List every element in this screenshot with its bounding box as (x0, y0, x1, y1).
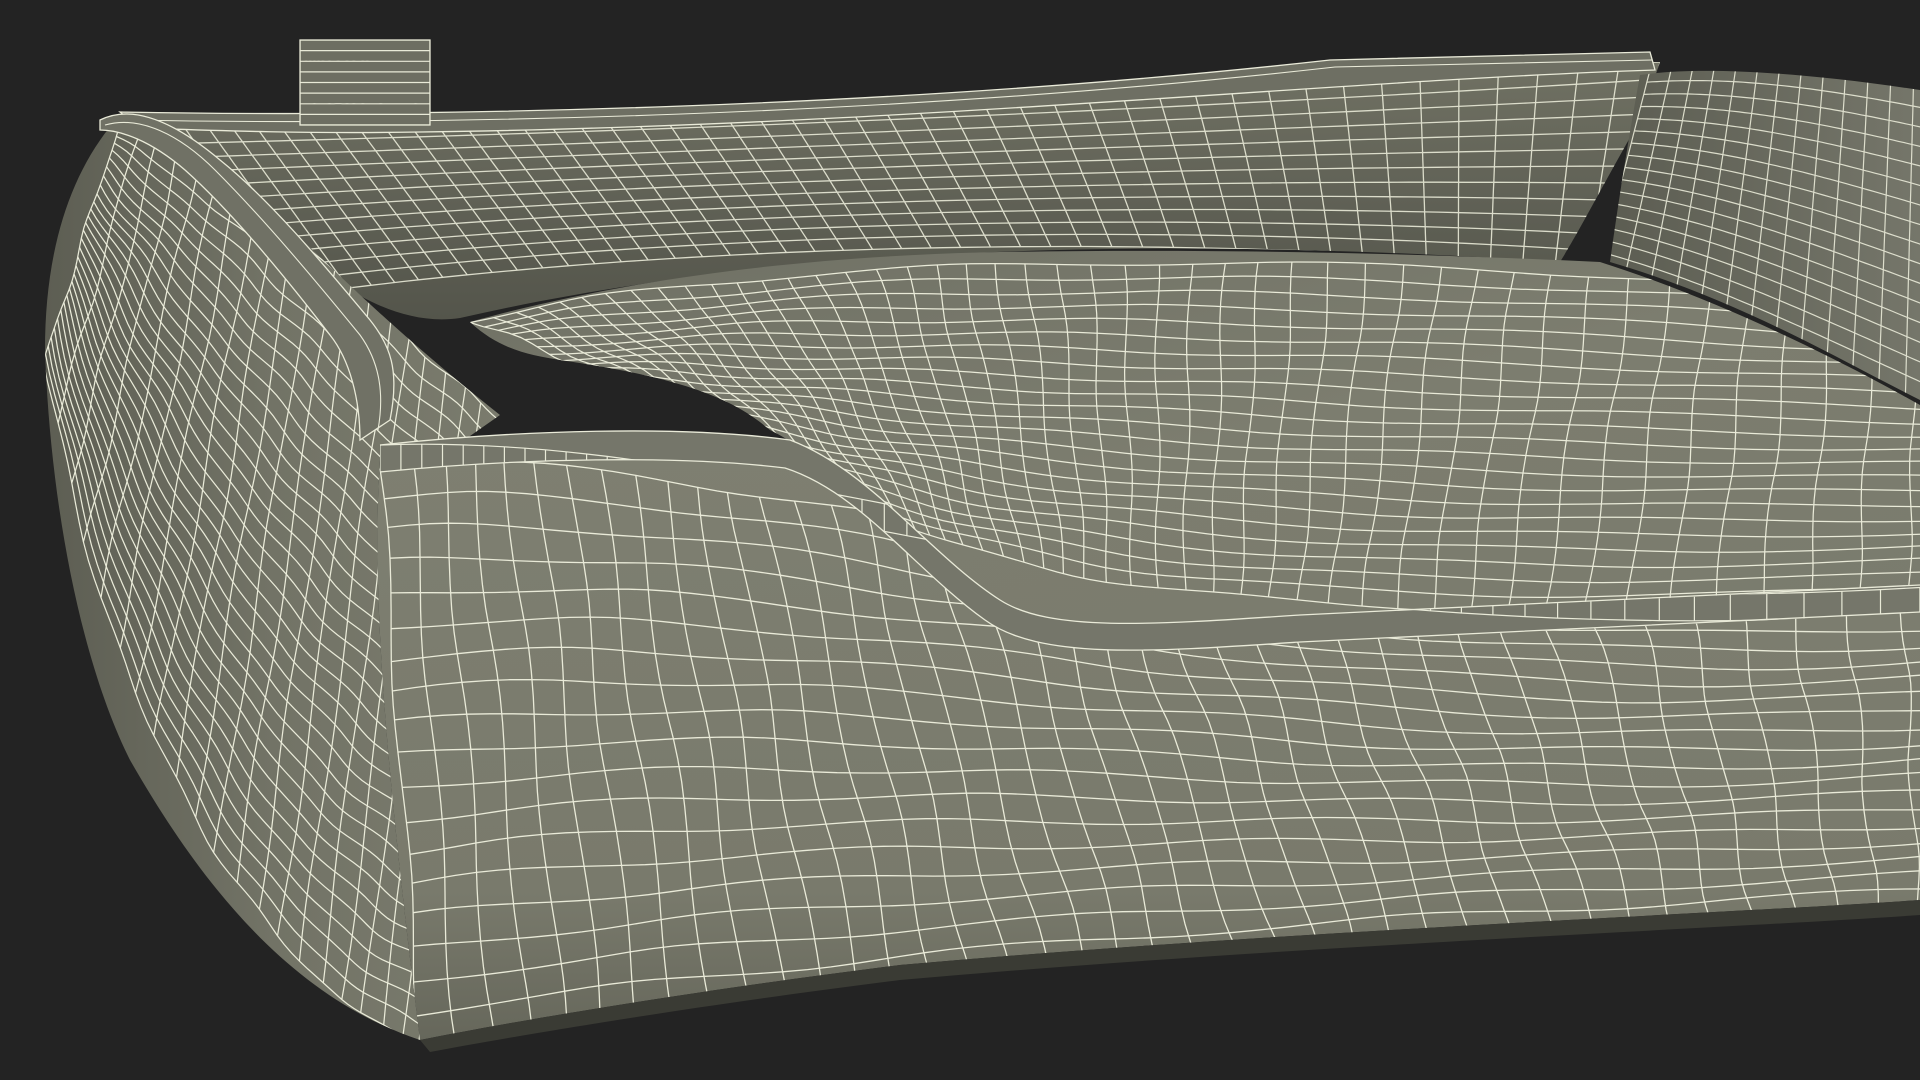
render-viewport (0, 0, 1920, 1080)
fabric-tag (299, 39, 431, 126)
wireframe-render (45, 39, 1920, 1052)
